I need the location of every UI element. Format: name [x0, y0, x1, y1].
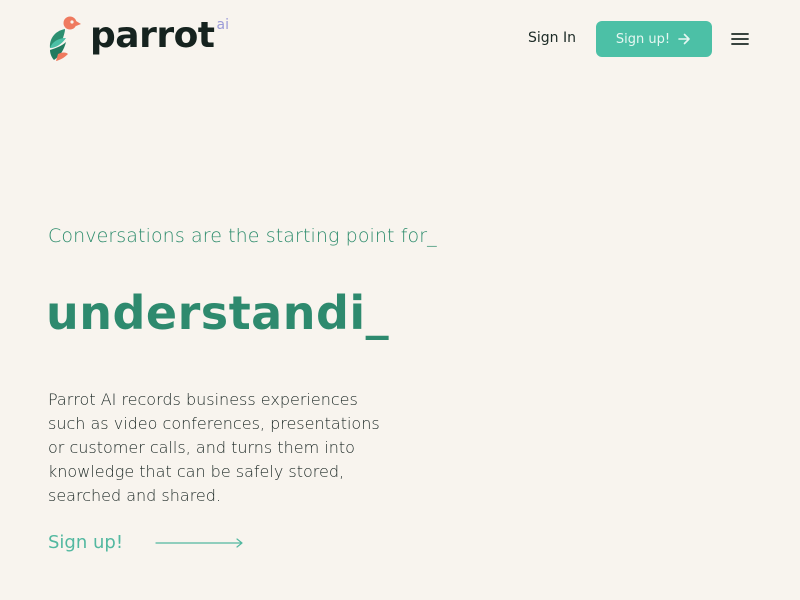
logo-link[interactable]: parrot ai — [48, 14, 229, 64]
signup-button-label: Sign up! — [615, 31, 671, 47]
site-header: parrot ai Sign In Sign up! — [48, 14, 754, 64]
hero-signup-link[interactable]: Sign up! — [48, 532, 245, 553]
arrow-right-icon — [678, 33, 690, 45]
hero-signup-label: Sign up! — [48, 532, 124, 553]
logo-wordmark: parrot — [90, 15, 215, 56]
hero-rotating-word: understandi_ — [46, 286, 390, 340]
menu-button[interactable] — [728, 29, 752, 49]
hero-tagline: Conversations are the starting point for… — [48, 225, 437, 247]
long-arrow-right-icon — [155, 537, 243, 548]
landing-page: parrot ai Sign In Sign up! Conversations… — [0, 0, 800, 600]
hero-description: Parrot AI records business experiences s… — [48, 390, 380, 505]
sign-in-link[interactable]: Sign In — [528, 30, 576, 46]
hamburger-menu-icon — [731, 33, 749, 45]
signup-button[interactable]: Sign up! — [596, 21, 712, 57]
logo-ai-badge: ai — [216, 17, 229, 33]
parrot-logo-icon — [49, 16, 81, 61]
